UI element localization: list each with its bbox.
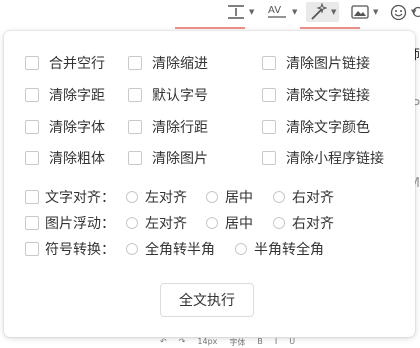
line-height-icon: [227, 4, 245, 20]
radio-circle: [273, 191, 285, 203]
line-height-button[interactable]: ▼: [227, 2, 254, 22]
option-checkbox[interactable]: [25, 88, 39, 102]
radio-label: 左对齐: [145, 213, 187, 233]
clean-option[interactable]: 清除行距: [128, 117, 208, 137]
option-label: 清除文字链接: [286, 85, 370, 105]
letter-spacing-icon: AV: [266, 3, 288, 21]
chevron-down-icon: ▼: [249, 8, 254, 16]
clean-option[interactable]: 合并空行: [25, 53, 105, 73]
full-to-half-radio[interactable]: 全角转半角: [126, 239, 215, 259]
background-underline: [300, 27, 360, 29]
text-align-row: 文字对齐：: [25, 187, 115, 207]
clean-option[interactable]: 清除缩进: [128, 53, 208, 73]
option-label: 清除缩进: [152, 53, 208, 73]
option-label: 清除文字颜色: [286, 117, 370, 137]
option-label: 清除图片链接: [286, 53, 370, 73]
option-checkbox[interactable]: [128, 88, 142, 102]
option-label: 默认字号: [152, 85, 208, 105]
undo-icon[interactable]: ↶: [160, 337, 167, 347]
bold-icon[interactable]: B: [257, 337, 263, 347]
symbol-convert-row: 符号转换：: [25, 239, 115, 259]
radio-label: 右对齐: [292, 187, 334, 207]
image-icon: [351, 4, 369, 20]
radio-label: 居中: [225, 213, 253, 233]
option-checkbox[interactable]: [262, 120, 276, 134]
image-float-row: 图片浮动：: [25, 213, 115, 233]
image-float-center-radio[interactable]: 居中: [206, 213, 253, 233]
redo-icon[interactable]: ↷: [179, 337, 186, 347]
clean-option[interactable]: 清除图片: [128, 148, 208, 168]
option-checkbox[interactable]: [128, 120, 142, 134]
svg-text:AV: AV: [268, 5, 281, 16]
radio-label: 半角转全角: [254, 239, 324, 259]
option-checkbox[interactable]: [128, 151, 142, 165]
option-label: 清除图片: [152, 148, 208, 168]
chevron-down-icon: ▼: [373, 8, 378, 16]
option-label: 清除小程序链接: [286, 148, 384, 168]
chevron-down-icon: ▼: [292, 8, 297, 16]
more-icon: [413, 4, 420, 20]
option-checkbox[interactable]: [262, 151, 276, 165]
clean-option[interactable]: 清除文字颜色: [262, 117, 370, 137]
option-label: 合并空行: [49, 53, 105, 73]
radio-label: 全角转半角: [145, 239, 215, 259]
letter-spacing-button[interactable]: AV ▼: [266, 2, 297, 22]
emoji-icon: [390, 4, 407, 21]
chevron-down-icon: ▼: [331, 8, 336, 16]
option-checkbox[interactable]: [262, 56, 276, 70]
background-underline: [175, 27, 245, 29]
execute-all-button[interactable]: 全文执行: [160, 283, 254, 317]
option-checkbox[interactable]: [128, 56, 142, 70]
radio-label: 居中: [225, 187, 253, 207]
text-align-label: 文字对齐：: [45, 187, 115, 207]
image-button[interactable]: ▼: [351, 2, 378, 22]
font-size-selector[interactable]: 14px: [197, 337, 217, 347]
image-float-right-radio[interactable]: 右对齐: [273, 213, 334, 233]
clean-option[interactable]: 清除文字链接: [262, 85, 370, 105]
symbol-convert-label: 符号转换：: [45, 239, 115, 259]
radio-circle: [126, 217, 138, 229]
text-align-right-radio[interactable]: 右对齐: [273, 187, 334, 207]
text-align-center-radio[interactable]: 居中: [206, 187, 253, 207]
format-clean-popup: 合并空行 清除缩进 清除图片链接清除字距 默认字号 清除文字链接清除字体 清除行距 清除文字…: [4, 31, 415, 337]
format-clean-button[interactable]: ▼: [306, 2, 339, 22]
italic-icon[interactable]: I: [275, 337, 277, 347]
radio-label: 右对齐: [292, 213, 334, 233]
radio-circle: [126, 191, 138, 203]
option-checkbox[interactable]: [25, 151, 39, 165]
text-align-checkbox[interactable]: [25, 190, 39, 204]
radio-circle: [206, 191, 218, 203]
clean-option[interactable]: 清除图片链接: [262, 53, 370, 73]
image-float-label: 图片浮动：: [45, 213, 115, 233]
more-button[interactable]: [413, 2, 420, 22]
image-float-checkbox[interactable]: [25, 216, 39, 230]
font-family-selector[interactable]: 字体: [229, 337, 245, 347]
option-label: 清除字体: [49, 117, 105, 137]
option-checkbox[interactable]: [25, 56, 39, 70]
symbol-convert-checkbox[interactable]: [25, 242, 39, 256]
image-float-left-radio[interactable]: 左对齐: [126, 213, 187, 233]
magic-wand-icon: [309, 3, 327, 21]
clean-option[interactable]: 默认字号: [128, 85, 208, 105]
bottom-toolbar: ↶ ↷ 14px 字体 B I U: [160, 337, 295, 347]
underline-icon[interactable]: U: [289, 337, 295, 347]
radio-circle: [273, 217, 285, 229]
text-align-left-radio[interactable]: 左对齐: [126, 187, 187, 207]
clean-option[interactable]: 清除字距: [25, 85, 105, 105]
option-checkbox[interactable]: [262, 88, 276, 102]
clean-option[interactable]: 清除粗体: [25, 148, 105, 168]
radio-label: 左对齐: [145, 187, 187, 207]
radio-circle: [206, 217, 218, 229]
clean-option[interactable]: 清除小程序链接: [262, 148, 384, 168]
option-checkbox[interactable]: [25, 120, 39, 134]
radio-circle: [126, 243, 138, 255]
half-to-full-radio[interactable]: 半角转全角: [235, 239, 324, 259]
option-label: 清除行距: [152, 117, 208, 137]
editor-toolbar: ▼ AV ▼ ▼ ▼ ▼: [0, 0, 420, 26]
radio-circle: [235, 243, 247, 255]
clean-option[interactable]: 清除字体: [25, 117, 105, 137]
option-label: 清除字距: [49, 85, 105, 105]
option-label: 清除粗体: [49, 148, 105, 168]
